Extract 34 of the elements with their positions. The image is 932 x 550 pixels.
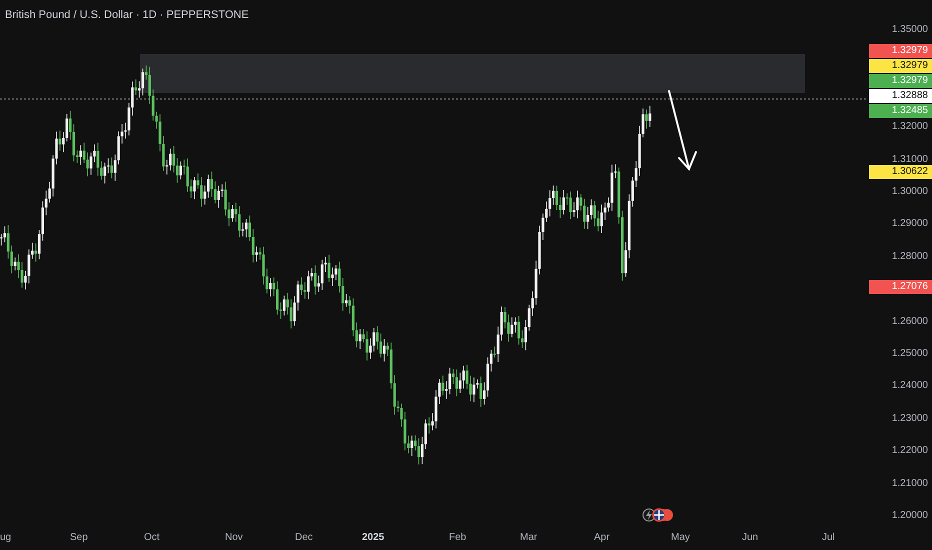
- time-label: Jul: [822, 531, 835, 545]
- price-badge: 1.32979: [869, 44, 932, 58]
- flag-icon[interactable]: [652, 508, 673, 522]
- price-badge: 1.32979: [869, 59, 932, 74]
- chart-title: British Pound / U.S. Dollar · 1D · PEPPERSTONE: [5, 8, 249, 23]
- time-label: Mar: [520, 531, 538, 545]
- price-badge: 1.32888: [869, 89, 932, 104]
- price-label: 1.25000: [892, 348, 928, 360]
- time-label: Dec: [295, 531, 313, 545]
- price-label: 1.20000: [892, 510, 928, 522]
- time-label: Apr: [594, 531, 610, 545]
- price-label: 1.31000: [892, 154, 928, 166]
- time-label: Jun: [742, 531, 758, 545]
- time-label: 2025: [362, 531, 384, 545]
- price-label: 1.26000: [892, 316, 928, 328]
- time-label: Oct: [144, 531, 160, 545]
- price-label: 1.35000: [892, 24, 928, 36]
- price-label: 1.28000: [892, 250, 928, 263]
- price-badge: 1.32979: [869, 74, 932, 88]
- price-badge: 1.30622: [869, 164, 932, 179]
- time-label: ug: [0, 531, 12, 545]
- price-label: 1.32000: [892, 121, 928, 134]
- time-label: Feb: [449, 531, 466, 545]
- price-label: 1.22000: [892, 445, 928, 458]
- price-label: 1.30000: [892, 186, 928, 198]
- price-label: 1.29000: [892, 218, 928, 230]
- price-badge: 1.27076: [869, 280, 932, 294]
- time-label: Nov: [225, 531, 243, 545]
- price-label: 1.23000: [892, 412, 928, 425]
- time-label: Sep: [70, 531, 88, 545]
- price-badge: 1.32485: [869, 104, 932, 118]
- price-label: 1.21000: [892, 478, 928, 490]
- price-label: 1.24000: [892, 380, 928, 392]
- time-label: May: [671, 531, 690, 545]
